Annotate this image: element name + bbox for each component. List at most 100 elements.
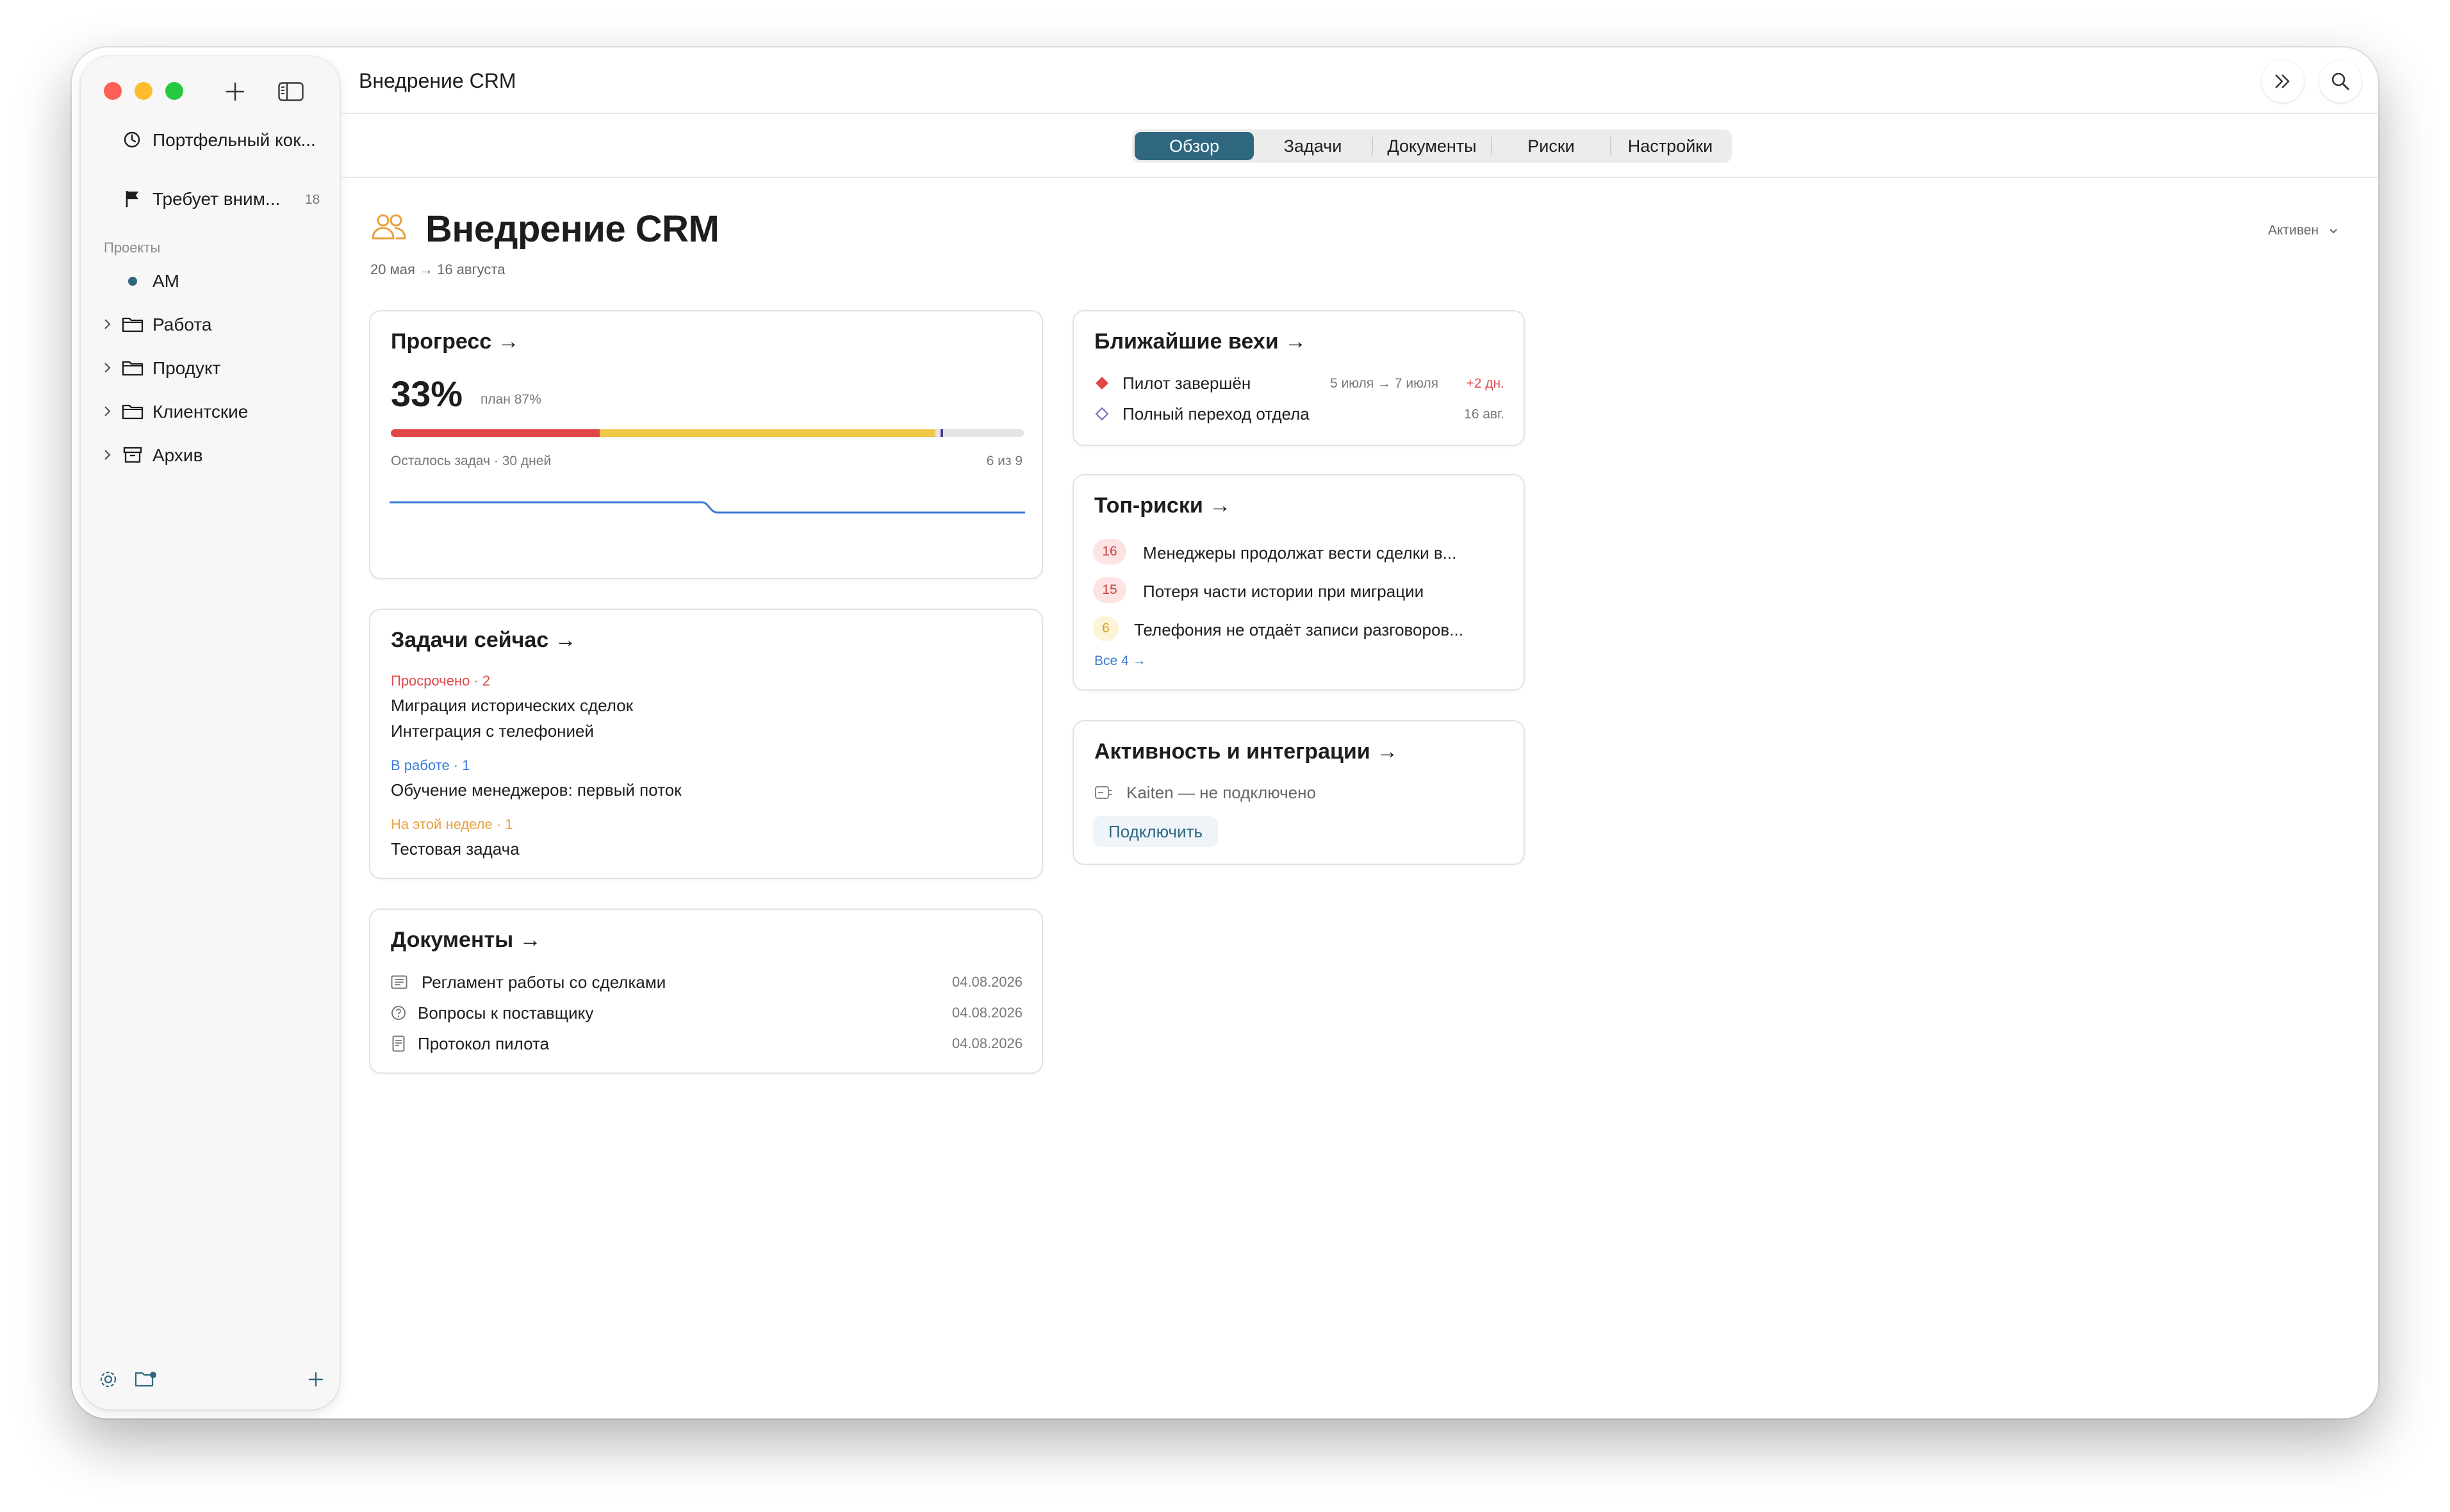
task-item[interactable]: Обучение менеджеров: первый поток bbox=[391, 780, 682, 800]
risk-row[interactable]: 15 Потеря части истории при миграции bbox=[1074, 574, 1524, 606]
milestone-row[interactable]: Пилот завершён 5 июля → 7 июля +2 дн. bbox=[1074, 368, 1524, 397]
minimize-window-button[interactable] bbox=[135, 82, 152, 100]
connect-button[interactable]: Подключить bbox=[1093, 816, 1219, 847]
tab-segment-control: Обзор Задачи Документы Риски Настройки bbox=[1132, 129, 1732, 163]
risks-title[interactable]: Топ-риски → bbox=[1094, 493, 1231, 518]
add-project-icon[interactable] bbox=[308, 1371, 324, 1388]
double-chevron-right-icon bbox=[2275, 74, 2290, 88]
task-item[interactable]: Тестовая задача bbox=[391, 839, 520, 859]
plus-icon[interactable] bbox=[224, 81, 246, 103]
chevron-right-icon[interactable] bbox=[103, 318, 113, 331]
sidebar-toggle-icon[interactable] bbox=[278, 82, 304, 101]
milestones-card[interactable]: Ближайшие вехи → Пилот завершён 5 июля →… bbox=[1073, 310, 1525, 446]
document-icon bbox=[391, 975, 407, 989]
new-folder-icon[interactable] bbox=[135, 1370, 158, 1389]
status-label: Активен bbox=[2268, 223, 2319, 238]
task-item[interactable]: Интеграция с телефонией bbox=[391, 721, 594, 741]
activity-card[interactable]: Активность и интеграции → Kaiten — не по… bbox=[1073, 720, 1525, 865]
sidebar-project-product[interactable]: Продукт bbox=[81, 350, 340, 386]
risk-text: Менеджеры продолжат вести сделки в... bbox=[1143, 543, 1457, 563]
milestone-dates: 5 июля → 7 июля bbox=[1330, 376, 1438, 391]
document-row[interactable]: Вопросы к поставщику 04.08.2026 bbox=[370, 998, 1042, 1026]
document-date: 04.08.2026 bbox=[951, 974, 1023, 990]
tasks-count: 6 из 9 bbox=[986, 454, 1023, 468]
milestone-dates: 16 авг. bbox=[1464, 407, 1504, 422]
documents-card[interactable]: Документы → Регламент работы со сделками… bbox=[369, 908, 1043, 1074]
forward-button[interactable] bbox=[2262, 60, 2304, 103]
archive-icon bbox=[123, 447, 142, 463]
documents-title[interactable]: Документы → bbox=[391, 928, 541, 953]
task-item[interactable]: Миграция исторических сделок bbox=[391, 696, 633, 716]
project-dates: 20 мая → 16 августа bbox=[370, 261, 506, 277]
risk-score-badge: 15 bbox=[1093, 577, 1126, 603]
milestones-title[interactable]: Ближайшие вехи → bbox=[1094, 329, 1306, 354]
risk-row[interactable]: 16 Менеджеры продолжат вести сделки в... bbox=[1074, 536, 1524, 568]
sidebar-project-am[interactable]: AM bbox=[81, 263, 340, 299]
remaining-tasks: Осталось задач · 30 дней bbox=[391, 454, 552, 468]
progress-title[interactable]: Прогресс → bbox=[391, 329, 520, 354]
sidebar-item-label: Архив bbox=[152, 445, 203, 465]
sidebar-item-label: Портфельный кок... bbox=[152, 130, 316, 150]
sidebar-item-label: AM bbox=[152, 271, 179, 291]
gear-icon[interactable] bbox=[99, 1370, 118, 1389]
document-row[interactable]: Регламент работы со сделками 04.08.2026 bbox=[370, 967, 1042, 996]
sidebar-project-work[interactable]: Работа bbox=[81, 306, 340, 342]
activity-title[interactable]: Активность и интеграции → bbox=[1094, 739, 1398, 764]
page-title: Внедрение CRM bbox=[425, 208, 719, 250]
flag-icon bbox=[126, 191, 138, 207]
risks-card[interactable]: Топ-риски → 16 Менеджеры продолжат вести… bbox=[1073, 474, 1525, 691]
dot-icon bbox=[128, 277, 137, 286]
milestone-delay: +2 дн. bbox=[1466, 376, 1504, 391]
close-window-button[interactable] bbox=[104, 82, 122, 100]
integration-status: Kaiten — не подключено bbox=[1126, 783, 1316, 802]
document-row[interactable]: Протокол пилота 04.08.2026 bbox=[370, 1029, 1042, 1057]
document-date: 04.08.2026 bbox=[951, 1035, 1023, 1051]
in-progress-label: В работе · 1 bbox=[391, 757, 470, 773]
progress-percent: 33% bbox=[391, 374, 463, 414]
app-window: Портфельный кок... Требует вним... 18 Пр… bbox=[72, 47, 2378, 1418]
progress-plan: план 87% bbox=[481, 392, 541, 407]
window-title: Внедрение CRM bbox=[359, 69, 516, 92]
document-name: Вопросы к поставщику bbox=[418, 1003, 594, 1023]
tab-documents[interactable]: Документы bbox=[1373, 132, 1491, 160]
chevron-right-icon[interactable] bbox=[103, 405, 113, 418]
zoom-window-button[interactable] bbox=[165, 82, 183, 100]
folder-icon bbox=[122, 361, 144, 376]
risk-row[interactable]: 6 Телефония не отдаёт записи разговоров.… bbox=[1074, 612, 1524, 645]
milestone-outline-icon bbox=[1095, 407, 1109, 421]
progress-card[interactable]: Прогресс → 33% план 87% Осталось задач ·… bbox=[369, 310, 1043, 579]
document-name: Регламент работы со сделками bbox=[422, 973, 666, 992]
sidebar-item-label: Продукт bbox=[152, 358, 221, 378]
tab-tasks[interactable]: Задачи bbox=[1254, 132, 1372, 160]
search-icon bbox=[2331, 72, 2349, 90]
search-button[interactable] bbox=[2319, 60, 2362, 103]
tab-overview[interactable]: Обзор bbox=[1135, 132, 1254, 160]
sidebar-item-portfolio[interactable]: Портфельный кок... bbox=[81, 120, 340, 159]
chevron-right-icon[interactable] bbox=[103, 361, 113, 374]
page-icon bbox=[392, 1035, 405, 1052]
sidebar-project-archive[interactable]: Архив bbox=[81, 437, 340, 473]
document-date: 04.08.2026 bbox=[951, 1005, 1023, 1021]
burndown-chart bbox=[390, 501, 1025, 514]
plan-marker bbox=[940, 429, 943, 437]
milestone-name: Полный переход отдела bbox=[1122, 404, 1310, 423]
sidebar-project-clients[interactable]: Клиентские bbox=[81, 393, 340, 429]
progress-done-segment bbox=[391, 429, 600, 437]
document-name: Протокол пилота bbox=[418, 1034, 550, 1053]
team-icon bbox=[372, 214, 406, 240]
this-week-label: На этой неделе · 1 bbox=[391, 816, 513, 832]
risk-text: Телефония не отдаёт записи разговоров... bbox=[1134, 620, 1463, 639]
chevron-right-icon[interactable] bbox=[103, 448, 113, 461]
tab-risks[interactable]: Риски bbox=[1492, 132, 1610, 160]
folder-icon bbox=[122, 317, 144, 333]
all-risks-link[interactable]: Все 4 → bbox=[1094, 653, 1146, 669]
sidebar-item-label: Требует вним... bbox=[152, 189, 281, 209]
milestone-row[interactable]: Полный переход отдела 16 авг. bbox=[1074, 399, 1524, 428]
tasks-now-card[interactable]: Задачи сейчас → Просрочено · 2 Миграция … bbox=[369, 609, 1043, 879]
sidebar-item-attention[interactable]: Требует вним... 18 bbox=[81, 179, 340, 218]
title-bar: Внедрение CRM bbox=[340, 47, 2378, 114]
tab-settings[interactable]: Настройки bbox=[1611, 132, 1729, 160]
milestone-filled-icon bbox=[1096, 377, 1108, 390]
tasks-now-title[interactable]: Задачи сейчас → bbox=[391, 628, 577, 653]
milestone-name: Пилот завершён bbox=[1122, 374, 1251, 393]
